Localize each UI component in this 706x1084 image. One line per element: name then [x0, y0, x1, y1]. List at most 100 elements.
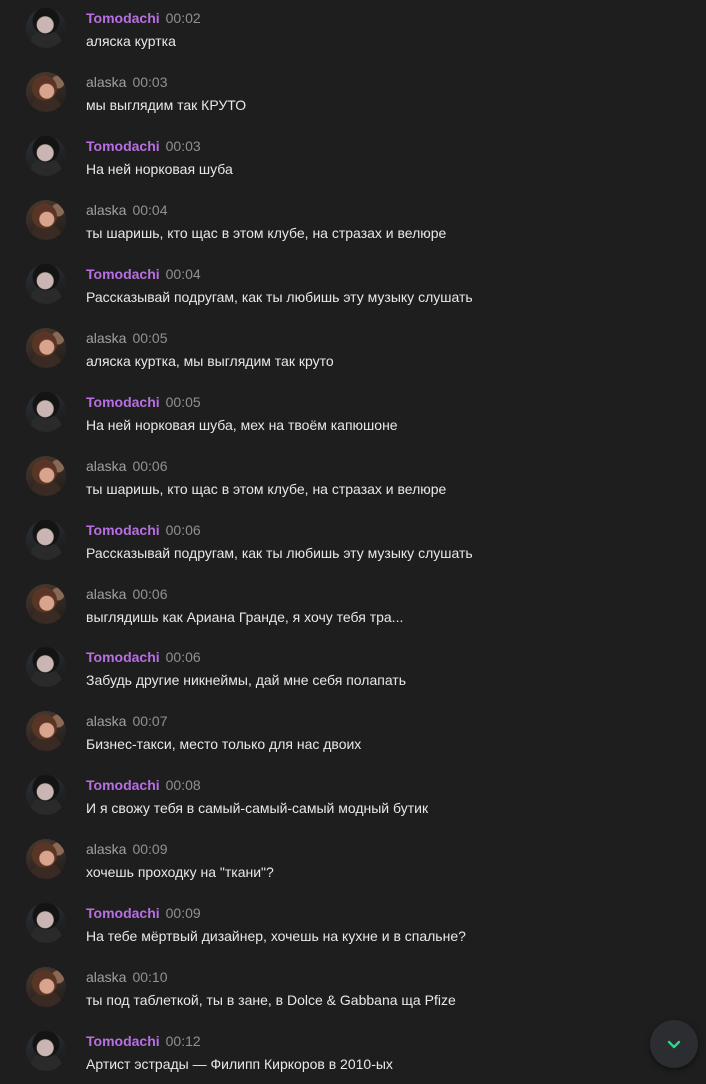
message-item[interactable]: Tomodachi 00:05 На ней норковая шуба, мех… [0, 392, 706, 452]
message-text: Артист эстрады — Филипп Киркоров в 2010-… [86, 1056, 393, 1072]
message-item[interactable]: alaska 00:04 ты шаришь, кто щас в этом кл… [0, 200, 706, 260]
author-name[interactable]: Tomodachi [86, 905, 160, 921]
message-text: Забудь другие никнеймы, дай мне себя пол… [86, 672, 407, 688]
message-text: аляска куртка, мы выглядим так круто [86, 353, 334, 369]
user-avatar[interactable] [26, 264, 66, 304]
message-header: Tomodachi 00:08 [86, 775, 201, 795]
message-text: И я свожу тебя в самый-самый-самый модны… [86, 800, 429, 816]
message-timestamp: 00:10 [132, 969, 168, 985]
message-header: alaska 00:06 [86, 584, 168, 604]
message-item[interactable]: alaska 00:06 выглядишь как Ариана Гранде,… [0, 584, 706, 644]
message-item[interactable]: alaska 00:10 ты под таблеткой, ты в зане,… [0, 967, 706, 1027]
message-timestamp: 00:04 [132, 202, 168, 218]
message-header: Tomodachi 00:05 [86, 392, 201, 412]
user-avatar[interactable] [26, 392, 66, 432]
user-avatar[interactable] [26, 647, 66, 687]
chat-message-list: Tomodachi 00:02 аляска куртка alaska 00:03… [0, 0, 706, 1084]
user-avatar[interactable] [26, 839, 66, 879]
message-text: На ней норковая шуба, мех на твоём капюш… [86, 417, 398, 433]
user-avatar[interactable] [26, 775, 66, 815]
message-timestamp: 00:08 [165, 777, 201, 793]
author-name[interactable]: alaska [86, 330, 126, 346]
author-name[interactable]: alaska [86, 202, 126, 218]
message-text: хочешь проходку на "ткани"? [86, 864, 274, 880]
user-avatar[interactable] [26, 711, 66, 751]
message-text: ты шаришь, кто щас в этом клубе, на стра… [86, 225, 447, 241]
message-header: alaska 00:07 [86, 711, 168, 731]
message-item[interactable]: alaska 00:03 мы выглядим так КРУТО [0, 72, 706, 132]
user-avatar[interactable] [26, 72, 66, 112]
message-item[interactable]: Tomodachi 00:03 На ней норковая шуба [0, 136, 706, 196]
message-item[interactable]: Tomodachi 00:04 Рассказывай подругам, как… [0, 264, 706, 324]
author-name[interactable]: alaska [86, 74, 126, 90]
message-timestamp: 00:09 [132, 841, 168, 857]
message-header: alaska 00:03 [86, 72, 168, 92]
message-text: Рассказывай подругам, как ты любишь эту … [86, 545, 473, 561]
message-text: мы выглядим так КРУТО [86, 97, 247, 113]
message-header: alaska 00:10 [86, 967, 168, 987]
message-timestamp: 00:09 [165, 905, 201, 921]
author-name[interactable]: Tomodachi [86, 777, 160, 793]
message-header: alaska 00:05 [86, 328, 168, 348]
author-name[interactable]: alaska [86, 458, 126, 474]
user-avatar[interactable] [26, 584, 66, 624]
message-timestamp: 00:03 [132, 74, 168, 90]
message-text: выглядишь как Ариана Гранде, я хочу тебя… [86, 609, 404, 625]
user-avatar[interactable] [26, 200, 66, 240]
message-item[interactable]: alaska 00:05 аляска куртка, мы выглядим т… [0, 328, 706, 388]
message-timestamp: 00:05 [165, 394, 201, 410]
chevron-down-icon [667, 1040, 681, 1049]
message-text: На тебе мёртвый дизайнер, хочешь на кухн… [86, 928, 466, 944]
user-avatar[interactable] [26, 1031, 66, 1071]
message-timestamp: 00:06 [132, 586, 168, 602]
user-avatar[interactable] [26, 8, 66, 48]
message-text: На ней норковая шуба [86, 161, 233, 177]
author-name[interactable]: alaska [86, 586, 126, 602]
author-name[interactable]: Tomodachi [86, 10, 160, 26]
message-text: Бизнес-такси, место только для нас двоих [86, 736, 362, 752]
user-avatar[interactable] [26, 456, 66, 496]
user-avatar[interactable] [26, 967, 66, 1007]
scroll-to-bottom-button[interactable] [650, 1020, 698, 1068]
author-name[interactable]: Tomodachi [86, 394, 160, 410]
message-item[interactable]: Tomodachi 00:06 Забудь другие никнеймы, д… [0, 647, 706, 707]
message-text: ты под таблеткой, ты в зане, в Dolce & G… [86, 992, 456, 1008]
message-timestamp: 00:06 [132, 458, 168, 474]
message-timestamp: 00:04 [165, 266, 201, 282]
message-header: Tomodachi 00:04 [86, 264, 201, 284]
message-header: Tomodachi 00:09 [86, 903, 201, 923]
user-avatar[interactable] [26, 136, 66, 176]
user-avatar[interactable] [26, 903, 66, 943]
author-name[interactable]: alaska [86, 841, 126, 857]
message-timestamp: 00:03 [165, 138, 201, 154]
author-name[interactable]: Tomodachi [86, 266, 160, 282]
message-timestamp: 00:12 [165, 1033, 201, 1049]
message-timestamp: 00:07 [132, 713, 168, 729]
author-name[interactable]: Tomodachi [86, 1033, 160, 1049]
user-avatar[interactable] [26, 328, 66, 368]
message-header: Tomodachi 00:06 [86, 520, 201, 540]
message-header: alaska 00:06 [86, 456, 168, 476]
author-name[interactable]: Tomodachi [86, 649, 160, 665]
message-header: alaska 00:09 [86, 839, 168, 859]
message-header: alaska 00:04 [86, 200, 168, 220]
author-name[interactable]: alaska [86, 713, 126, 729]
message-text: ты шаришь, кто щас в этом клубе, на стра… [86, 481, 447, 497]
message-item[interactable]: alaska 00:09 хочешь проходку на "ткани"? [0, 839, 706, 899]
message-text: Рассказывай подругам, как ты любишь эту … [86, 289, 473, 305]
author-name[interactable]: Tomodachi [86, 522, 160, 538]
message-timestamp: 00:06 [165, 649, 201, 665]
author-name[interactable]: alaska [86, 969, 126, 985]
message-item[interactable]: alaska 00:07 Бизнес-такси, место только д… [0, 711, 706, 771]
message-item[interactable]: Tomodachi 00:09 На тебе мёртвый дизайнер,… [0, 903, 706, 963]
message-timestamp: 00:02 [165, 10, 201, 26]
message-item[interactable]: alaska 00:06 ты шаришь, кто щас в этом кл… [0, 456, 706, 516]
message-item[interactable]: Tomodachi 00:12 Артист эстрады — Филипп К… [0, 1031, 706, 1084]
message-item[interactable]: Tomodachi 00:02 аляска куртка [0, 8, 706, 68]
user-avatar[interactable] [26, 520, 66, 560]
message-item[interactable]: Tomodachi 00:06 Рассказывай подругам, как… [0, 520, 706, 580]
message-header: Tomodachi 00:12 [86, 1031, 201, 1051]
author-name[interactable]: Tomodachi [86, 138, 160, 154]
message-item[interactable]: Tomodachi 00:08 И я свожу тебя в самый-са… [0, 775, 706, 835]
message-text: аляска куртка [86, 33, 176, 49]
